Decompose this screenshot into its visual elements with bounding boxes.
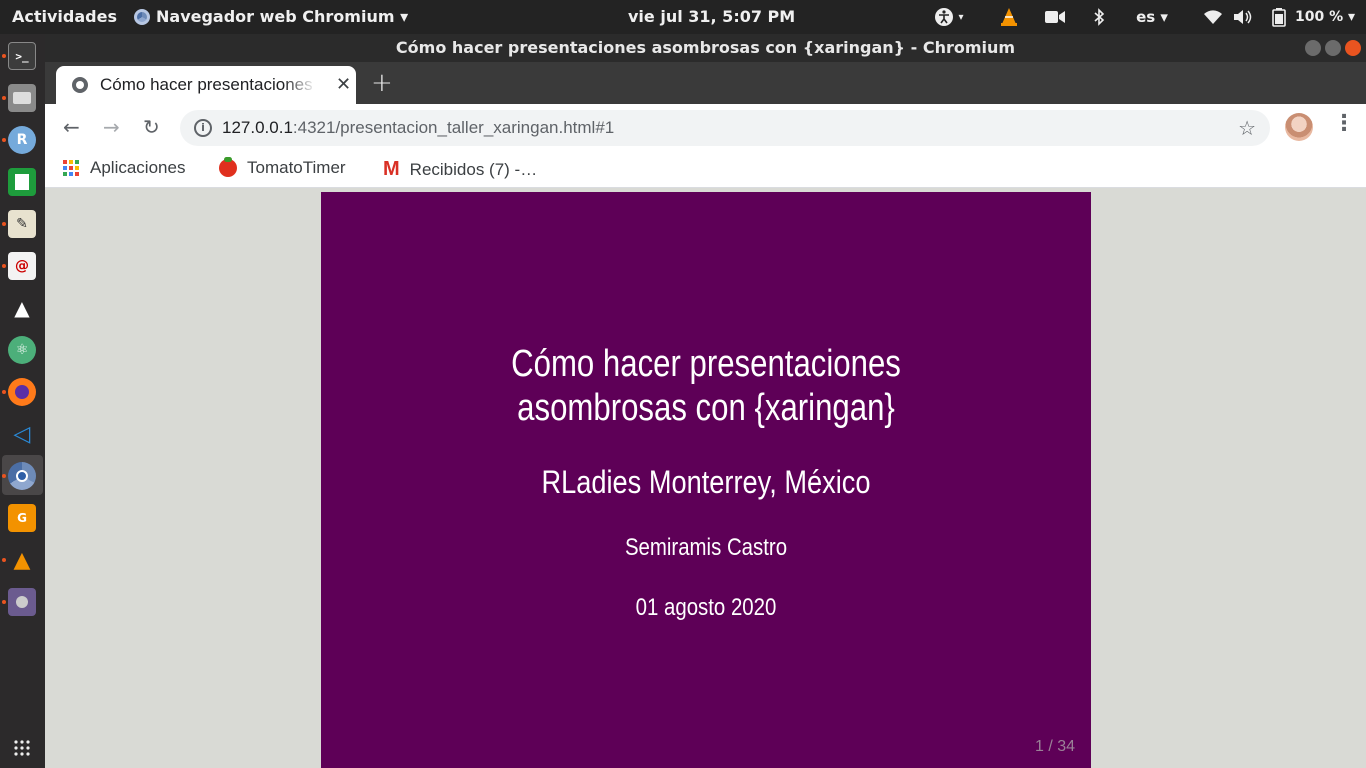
slide-title: Cómo hacer presentaciones asombrosas con…: [511, 343, 901, 429]
tab-active[interactable]: Cómo hacer presentaciones asombrosas con…: [56, 66, 356, 104]
gmail-icon: M: [383, 158, 400, 180]
accessibility-icon[interactable]: ▾: [926, 0, 972, 34]
vscode-icon[interactable]: ◁: [8, 420, 36, 448]
bookmark-tomatotimer[interactable]: TomatoTimer: [219, 157, 346, 178]
url-text[interactable]: 127.0.0.1:4321/presentacion_taller_xarin…: [222, 118, 614, 138]
running-indicator: [2, 264, 6, 268]
window-title: Cómo hacer presentaciones asombrosas con…: [395, 38, 1016, 57]
new-tab-button[interactable]: +: [371, 68, 393, 98]
reload-button[interactable]: ↻: [143, 115, 160, 139]
browser-toolbar: ← → ↻ i 127.0.0.1:4321/presentacion_tall…: [45, 104, 1366, 150]
minimize-button[interactable]: [1305, 40, 1321, 56]
running-indicator: [2, 138, 6, 142]
slide-subtitle: RLadies Monterrey, México: [541, 464, 871, 500]
firefox-icon[interactable]: [8, 378, 36, 406]
url-path: :4321/presentacion_taller_xaringan.html#…: [292, 118, 615, 137]
bluetooth-icon[interactable]: [1088, 0, 1110, 34]
running-indicator: [2, 474, 6, 478]
files-icon[interactable]: [8, 84, 36, 112]
wifi-icon[interactable]: [1202, 0, 1224, 34]
bookmark-star-icon[interactable]: ☆: [1238, 116, 1256, 140]
page-content: Cómo hacer presentaciones asombrosas con…: [45, 189, 1366, 768]
chromium-icon: [134, 9, 150, 25]
slide-number: 1 / 34: [1034, 738, 1075, 755]
text-editor-icon[interactable]: ✎: [8, 210, 36, 238]
running-indicator: [2, 390, 6, 394]
apps-grid-icon: [63, 159, 80, 177]
battery-percentage[interactable]: 100 % ▾: [1290, 0, 1360, 34]
language-selector[interactable]: es ▾: [1130, 0, 1174, 34]
video-editor-icon[interactable]: [8, 588, 36, 616]
slide-author: Semiramis Castro: [624, 534, 788, 561]
bookmark-aplicaciones[interactable]: Aplicaciones: [63, 158, 185, 178]
volume-icon[interactable]: [1232, 0, 1254, 34]
inkscape-icon[interactable]: ▲: [8, 294, 36, 322]
info-icon[interactable]: i: [194, 119, 212, 137]
bookmark-label: Recibidos (7) -…: [409, 159, 538, 179]
url-host: 127.0.0.1: [222, 118, 293, 137]
bookmark-label: TomatoTimer: [247, 158, 346, 177]
clock[interactable]: vie jul 31, 5:07 PM: [628, 0, 795, 34]
maximize-button[interactable]: [1325, 40, 1341, 56]
camera-icon[interactable]: [1042, 0, 1068, 34]
spreadsheet-icon[interactable]: [8, 168, 36, 196]
running-indicator: [2, 96, 6, 100]
dock: >_ R ✎ @ ▲ ⚛ ◁ G ▲: [0, 34, 45, 768]
bookmark-label: Aplicaciones: [90, 158, 186, 177]
chromium-dock-icon[interactable]: [8, 462, 36, 490]
globe-icon: [72, 77, 88, 93]
atom-icon[interactable]: ⚛: [8, 336, 36, 364]
close-window-button[interactable]: [1345, 40, 1361, 56]
app-menu[interactable]: Navegador web Chromium ▾: [134, 0, 408, 34]
slide[interactable]: Cómo hacer presentaciones asombrosas con…: [321, 192, 1091, 768]
app-menu-label: Navegador web Chromium ▾: [156, 7, 409, 26]
vlc-dock-icon[interactable]: ▲: [8, 546, 36, 574]
running-indicator: [2, 222, 6, 226]
browser-menu-icon[interactable]: ⋮: [1333, 113, 1355, 135]
foxit-pdf-icon[interactable]: G: [8, 504, 36, 532]
battery-icon[interactable]: [1266, 0, 1292, 34]
activities-button[interactable]: Actividades: [12, 0, 117, 34]
show-applications-icon[interactable]: [8, 734, 36, 762]
top-panel: Actividades Navegador web Chromium ▾ vie…: [0, 0, 1366, 34]
document-viewer-icon[interactable]: @: [8, 252, 36, 280]
window-titlebar[interactable]: Cómo hacer presentaciones asombrosas con…: [45, 34, 1366, 62]
address-bar[interactable]: i 127.0.0.1:4321/presentacion_taller_xar…: [180, 110, 1270, 146]
running-indicator: [2, 600, 6, 604]
tab-strip: Cómo hacer presentaciones asombrosas con…: [45, 62, 1366, 104]
running-indicator: [2, 558, 6, 562]
bookmarks-bar: Aplicaciones TomatoTimer M Recibidos (7)…: [45, 150, 1366, 188]
bookmark-recibidos[interactable]: M Recibidos (7) -…: [383, 158, 537, 181]
tab-close-icon[interactable]: ✕: [336, 74, 351, 95]
slide-date: 01 agosto 2020: [635, 594, 777, 621]
back-button[interactable]: ←: [63, 115, 80, 139]
terminal-icon[interactable]: >_: [8, 42, 36, 70]
vlc-tray-icon[interactable]: [996, 0, 1022, 34]
tab-label: Cómo hacer presentaciones asombrosas con…: [100, 75, 316, 94]
forward-button[interactable]: →: [103, 115, 120, 139]
running-indicator: [2, 54, 6, 58]
rstudio-icon[interactable]: R: [8, 126, 36, 154]
tomato-icon: [219, 157, 237, 177]
profile-avatar[interactable]: [1285, 113, 1313, 141]
